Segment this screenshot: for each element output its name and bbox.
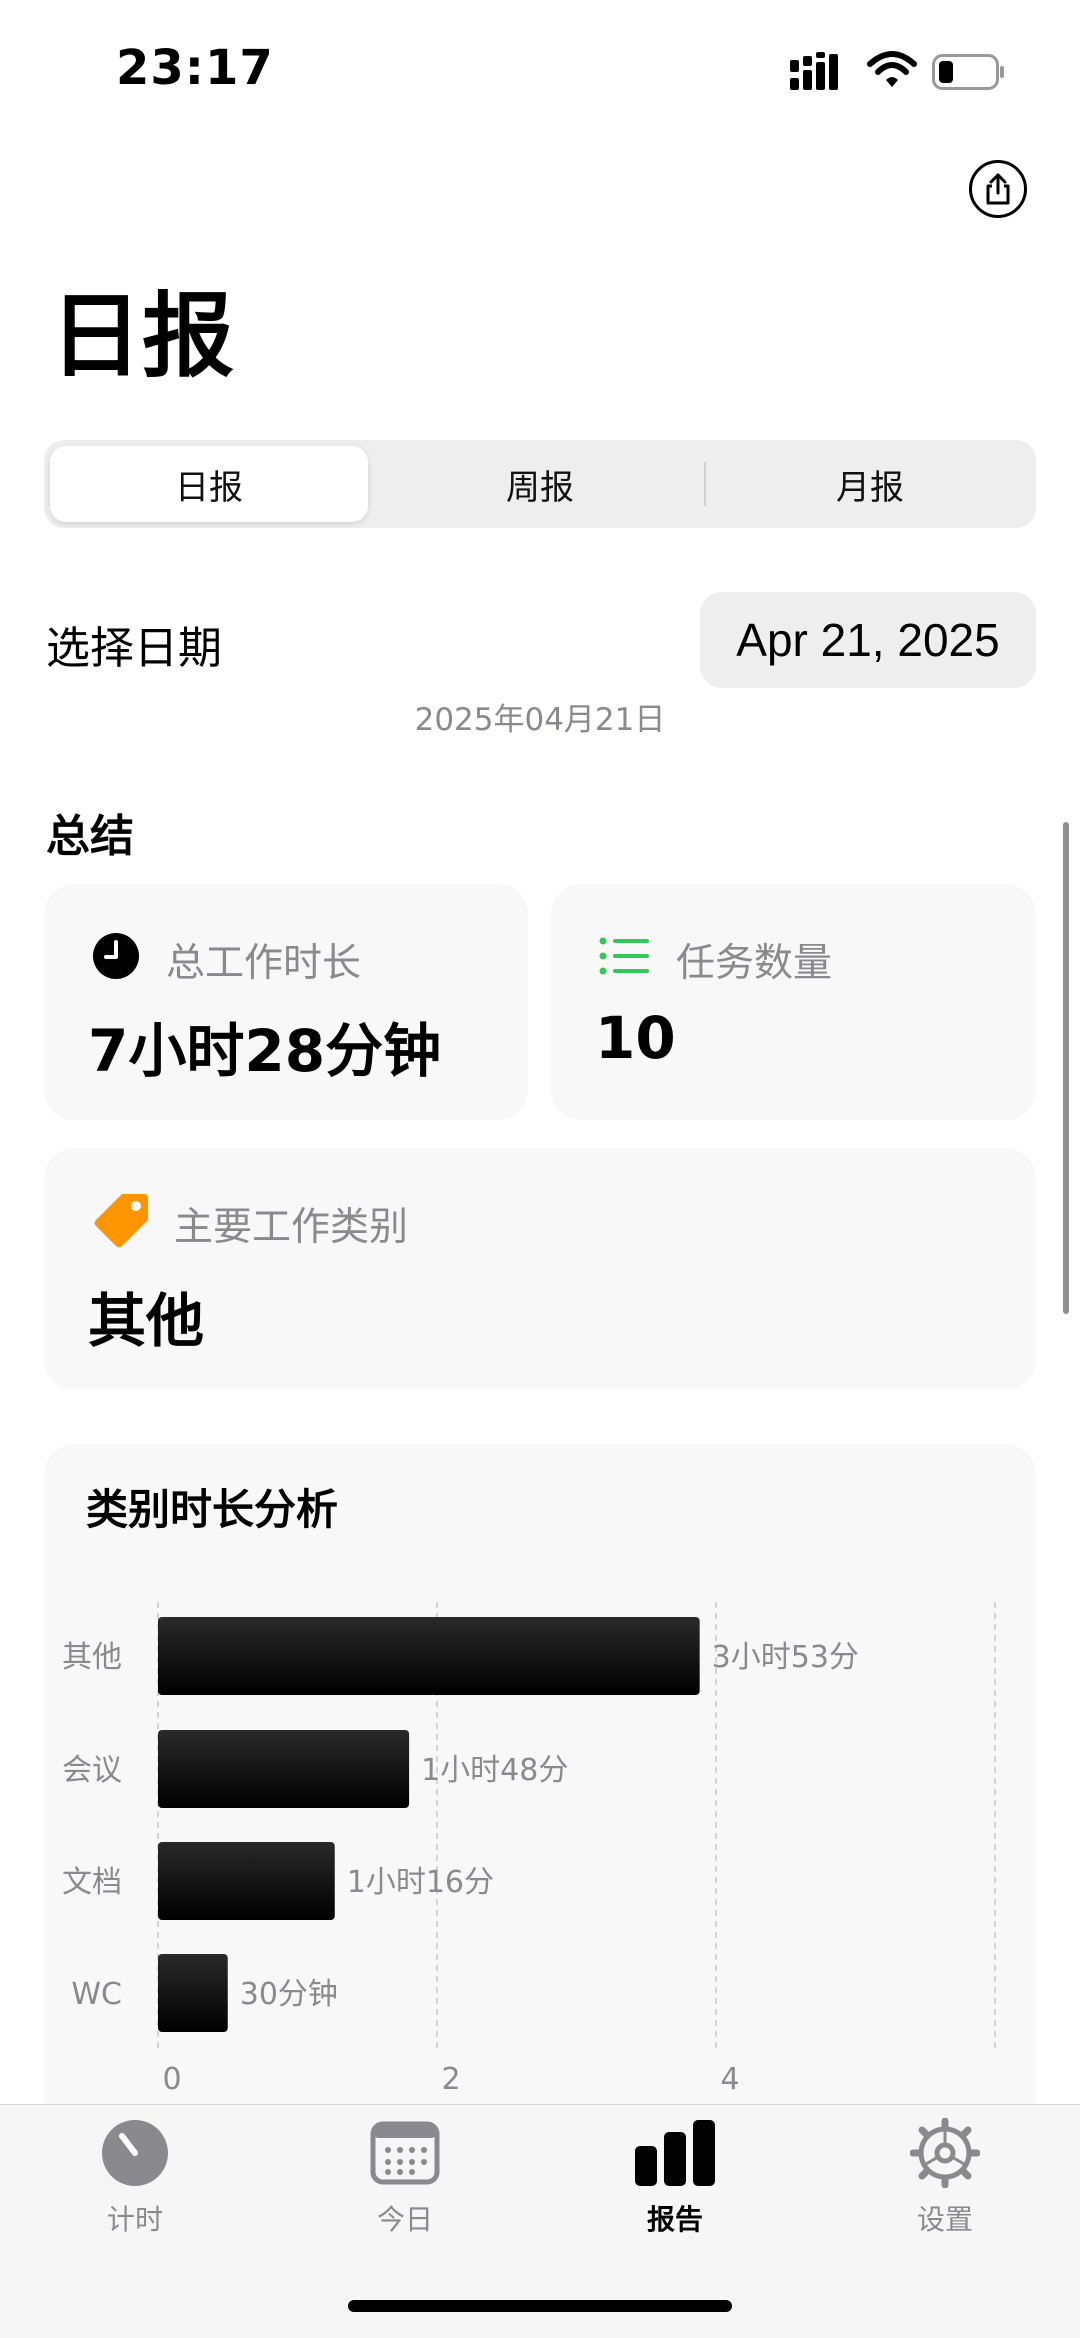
tab-report[interactable]: 报告 — [595, 2118, 755, 2238]
x-tick-label: 0 — [162, 2062, 181, 2097]
main-category-card: 主要工作类别 其他 — [44, 1148, 1036, 1390]
bar — [158, 1954, 228, 2032]
bar-data-label: 30分钟 — [240, 1977, 338, 2012]
category-duration-chart-card: 类别时长分析 0 2 4 其他 3小时53分 会议 1小时48分 文档 1小时16分 WC 30分钟 — [44, 1444, 1036, 2144]
gear-icon — [909, 2117, 981, 2189]
main-category-label: 主要工作类别 — [174, 1205, 409, 1250]
total-time-value: 7小时28分钟 — [88, 1017, 442, 1085]
share-icon — [986, 173, 1010, 205]
segment-monthly[interactable]: 月报 — [710, 446, 1030, 522]
scrollbar[interactable] — [1063, 822, 1069, 1314]
category-label: WC — [71, 1977, 122, 2012]
battery-icon — [932, 54, 1004, 90]
bar-data-label: 1小时48分 — [421, 1753, 568, 1788]
category-label: 其他 — [62, 1640, 122, 1675]
task-count-label: 任务数量 — [676, 941, 833, 986]
selected-date-text: 2025年04月21日 — [414, 702, 666, 738]
category-duration-chart: 0 2 4 其他 3小时53分会议 1小时48分文档 1小时16分 WC 30分钟 — [62, 1602, 996, 2097]
category-label: 会议 — [62, 1753, 122, 1788]
date-picker-button[interactable]: Apr 21, 2025 — [700, 592, 1036, 688]
cellular-signal-icon — [790, 52, 838, 90]
tab-timer[interactable]: 计时 — [55, 2118, 215, 2238]
segment-divider — [704, 462, 706, 506]
home-indicator — [348, 2300, 732, 2312]
segment-weekly[interactable]: 周报 — [380, 446, 700, 522]
tag-icon — [94, 1194, 148, 1248]
bar — [158, 1617, 700, 1695]
wifi-icon — [867, 51, 917, 87]
tab-settings-label: 设置 — [916, 2203, 973, 2236]
tab-today-label: 今日 — [376, 2203, 433, 2236]
task-count-card: 任务数量 10 — [551, 884, 1036, 1120]
bar — [158, 1730, 410, 1808]
calendar-icon — [370, 2121, 440, 2185]
bar — [158, 1842, 335, 1920]
page-title: 日报 — [50, 283, 235, 390]
tab-settings[interactable]: 设置 — [865, 2117, 1025, 2238]
tab-today[interactable]: 今日 — [325, 2118, 485, 2238]
total-time-label: 总工作时长 — [166, 941, 362, 986]
main-category-value: 其他 — [88, 1287, 205, 1355]
share-button[interactable] — [969, 160, 1027, 218]
clock-icon — [93, 933, 139, 979]
summary-section-title: 总结 — [46, 811, 134, 862]
list-icon — [599, 937, 649, 975]
tab-timer-label: 计时 — [106, 2203, 163, 2236]
x-tick-label: 4 — [720, 2062, 739, 2097]
report-period-segmented-control: 日报 周报 月报 — [44, 440, 1036, 528]
bar-data-label: 1小时16分 — [347, 1865, 494, 1900]
category-label: 文档 — [62, 1865, 122, 1900]
date-picker-label: 选择日期 — [46, 623, 222, 674]
bar-chart-icon — [635, 2120, 715, 2186]
timer-icon — [102, 2120, 168, 2186]
segment-daily[interactable]: 日报 — [50, 446, 368, 522]
bar-data-label: 3小时53分 — [712, 1640, 859, 1675]
task-count-value: 10 — [595, 1004, 676, 1072]
x-tick-label: 2 — [441, 2062, 460, 2097]
status-time: 23:17 — [116, 40, 274, 96]
tab-report-label: 报告 — [646, 2203, 703, 2236]
total-time-card: 总工作时长 7小时28分钟 — [44, 884, 528, 1120]
